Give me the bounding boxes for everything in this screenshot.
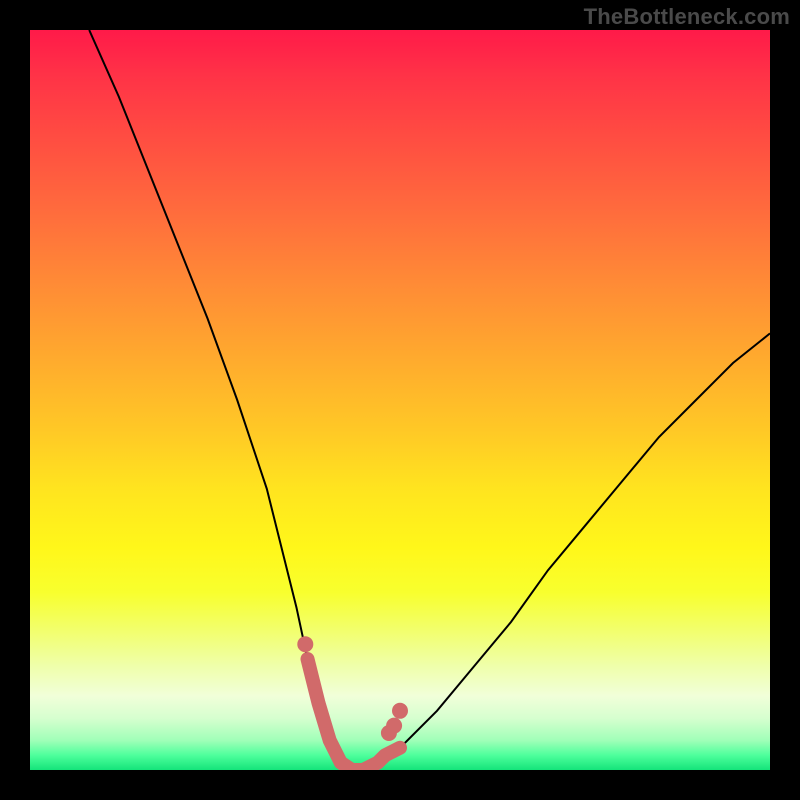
curve-layer bbox=[30, 30, 770, 770]
watermark-text: TheBottleneck.com bbox=[584, 4, 790, 30]
bottleneck-curve bbox=[89, 30, 770, 770]
marker-dot bbox=[297, 636, 313, 652]
plot-area bbox=[30, 30, 770, 770]
marker-dot bbox=[386, 718, 402, 734]
bottom-marker-segment bbox=[308, 659, 401, 770]
chart-frame: TheBottleneck.com bbox=[0, 0, 800, 800]
marker-dot bbox=[392, 703, 408, 719]
